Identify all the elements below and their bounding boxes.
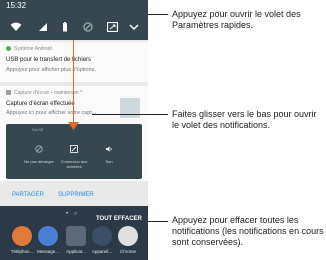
data-connection-icon[interactable] [106, 22, 118, 32]
callout-notifications: Faites glisser vers le bas pour ouvrir l… [172, 109, 317, 130]
callout-quick-settings: Appuyez pour ouvrir le volet des Paramèt… [172, 9, 301, 30]
android-icon [6, 46, 11, 52]
usb-notification-title: USB pour le transfert de fichiers [6, 57, 92, 63]
chevron-down-icon[interactable] [128, 22, 140, 32]
preview-time: Vol 02 [32, 127, 44, 132]
swipe-arrow-head-icon [68, 122, 79, 130]
usb-notification-app: Système Android [6, 46, 52, 52]
screenshot-preview[interactable]: Vol 02 Ne pas déranger Connexion aux don… [6, 124, 142, 179]
camera-app-icon[interactable] [92, 226, 112, 246]
preview-dnd-icon [35, 140, 43, 153]
status-bar: 15:32 [0, 0, 148, 14]
callout-line-top [148, 14, 168, 15]
notification-actions: PARTAGER SUPPRIMER [0, 183, 148, 207]
screenshot-notification-title: Capture d'écran effectuée [6, 101, 75, 107]
usb-notification[interactable]: Système Android USB pour le transfert de… [0, 42, 148, 82]
phone-app-icon[interactable] [12, 226, 32, 246]
wifi-icon[interactable] [10, 22, 22, 32]
preview-sound-icon [105, 140, 113, 152]
signal-icon[interactable] [37, 22, 49, 32]
chrome-app-icon[interactable] [118, 226, 138, 246]
screenshot-thumbnail[interactable] [120, 98, 140, 118]
preview-tile-label-data: Connexion aux données [60, 159, 88, 169]
preview-data-icon [70, 140, 78, 153]
callout-clear-all: Appuyez pour effacer toutes les notifica… [172, 215, 324, 247]
page-indicator: • ○ [66, 211, 80, 217]
share-action[interactable]: PARTAGER [12, 192, 44, 198]
callout-line-middle [92, 114, 168, 115]
dock-label-messages: Message... [36, 249, 59, 254]
clear-all-button[interactable]: TOUT EFFACER [96, 216, 142, 222]
preview-tile-label-dnd: Ne pas déranger [24, 159, 54, 164]
usb-notification-text: Appuyez pour afficher plus d'options. [6, 67, 96, 73]
screenshot-notification-app: Capture d'écran • maintenant ^ [6, 90, 82, 96]
messages-app-icon[interactable] [38, 226, 58, 246]
battery-icon[interactable] [59, 22, 71, 32]
dock-label-camera: Appareil... [91, 249, 113, 254]
quick-settings-row[interactable] [0, 14, 148, 40]
swipe-arrow-line [73, 40, 74, 125]
status-time: 15:32 [6, 1, 27, 10]
callout-line-bottom [148, 221, 168, 222]
apps-drawer-icon[interactable] [66, 226, 86, 246]
phone-screen: 15:32 Système Android USB pour le transf… [0, 0, 148, 260]
dock-label-phone: Téléphon... [10, 249, 34, 254]
dock-label-chrome: Chrome [119, 249, 136, 254]
screenshot-notification-text: Appuyez ici pour afficher votre capt... [6, 110, 97, 116]
dock-label-apps: Applicat... [66, 249, 86, 254]
screenshot-icon [6, 90, 11, 96]
delete-action[interactable]: SUPPRIMER [58, 192, 94, 198]
preview-tile-label-sound: Son [105, 159, 113, 164]
do-not-disturb-icon[interactable] [82, 22, 94, 32]
